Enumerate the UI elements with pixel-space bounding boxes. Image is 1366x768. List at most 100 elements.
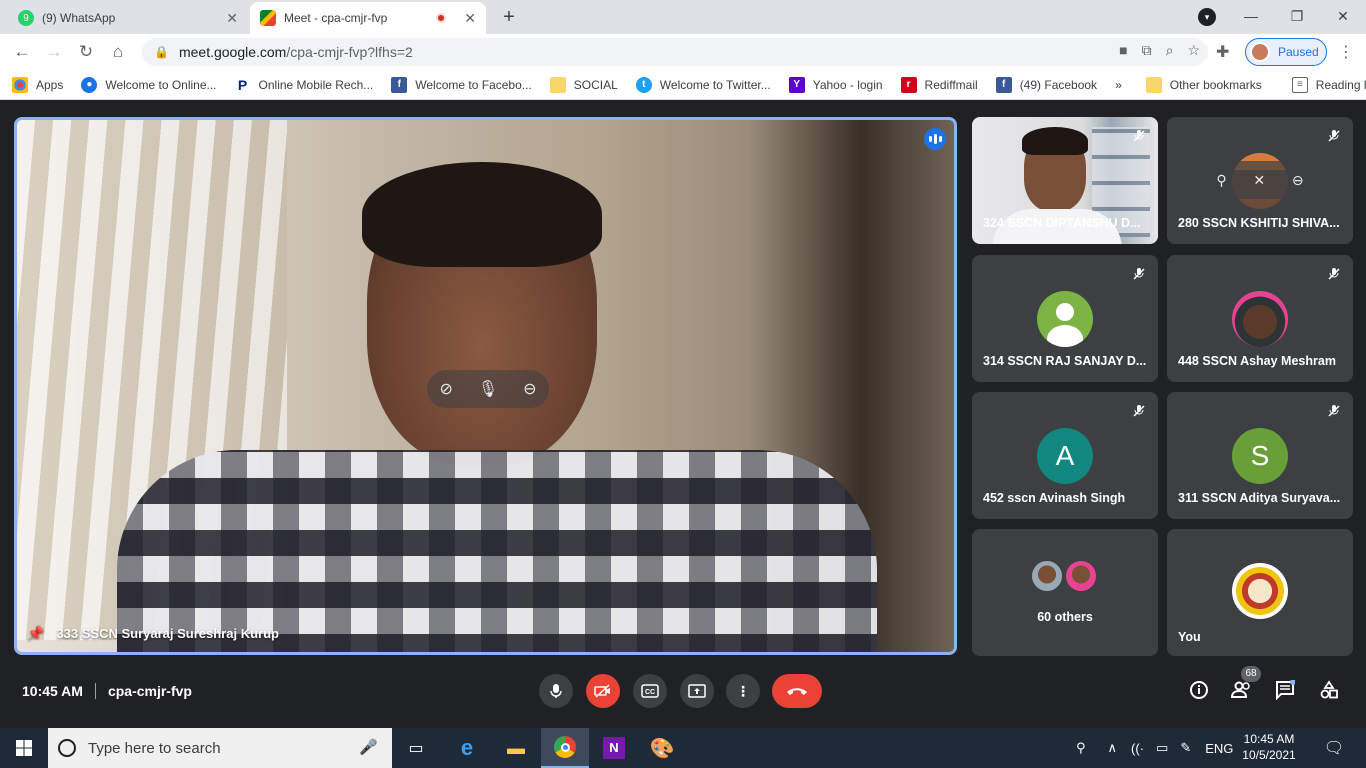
network-icon[interactable]: ((· xyxy=(1131,741,1144,756)
globe-icon: ● xyxy=(81,76,98,93)
taskbar-search-input[interactable]: Type here to search 🎤 xyxy=(48,728,392,768)
minimize-button[interactable]: — xyxy=(1228,8,1274,24)
lock-icon[interactable]: 🔒 xyxy=(154,45,169,59)
camera-in-use-icon[interactable]: ■ xyxy=(1119,42,1127,59)
meet-icon xyxy=(260,10,276,26)
bookmarks-overflow-button[interactable]: » xyxy=(1115,78,1122,92)
tab-whatsapp[interactable]: 9 (9) WhatsApp ✕ xyxy=(8,2,248,34)
captions-icon: CC xyxy=(641,684,659,698)
paint-icon[interactable]: 🎨 xyxy=(638,728,686,768)
remove-icon[interactable]: ⊖ xyxy=(523,379,536,399)
maximize-button[interactable]: ❐ xyxy=(1274,8,1320,25)
close-tab-icon[interactable]: ✕ xyxy=(226,10,238,27)
folder-icon xyxy=(1145,76,1162,93)
bookmark-rediffmail[interactable]: r Rediffmail xyxy=(900,76,978,93)
mic-icon[interactable]: 🎙 xyxy=(478,379,498,399)
start-button[interactable] xyxy=(0,728,48,768)
edge-icon[interactable]: e xyxy=(443,728,491,768)
battery-icon[interactable]: ▭ xyxy=(1156,740,1168,756)
main-participant-name: 📌 333 SSCN Suryaraj Sureshraj Kurup xyxy=(27,625,279,642)
other-bookmarks[interactable]: Other bookmarks xyxy=(1145,76,1262,93)
activities-button[interactable] xyxy=(1316,677,1342,703)
chrome-icon[interactable] xyxy=(541,728,589,768)
others-tile[interactable]: 60 others xyxy=(972,529,1158,656)
bookmark-folder-social[interactable]: SOCIAL xyxy=(549,76,618,93)
bookmark-facebook-49[interactable]: f (49) Facebook xyxy=(995,76,1097,93)
meeting-details-button[interactable] xyxy=(1186,677,1212,703)
task-view-icon[interactable]: ▭ xyxy=(392,728,440,768)
facebook-icon: f xyxy=(391,76,408,93)
participant-tile[interactable]: A 452 sscn Avinash Singh xyxy=(972,392,1158,519)
reading-list[interactable]: ≡ Reading list xyxy=(1291,76,1366,93)
url-path: /cpa-cmjr-fvp?lfhs=2 xyxy=(286,44,413,60)
tab-meet[interactable]: Meet - cpa-cmjr-fvp ✕ xyxy=(250,2,486,34)
windows-logo-icon xyxy=(16,740,32,756)
mic-off-icon xyxy=(1130,265,1148,283)
remove-icon[interactable]: ⊖ xyxy=(1292,172,1304,189)
microphone-button[interactable] xyxy=(539,674,573,708)
pen-icon[interactable]: ✎ xyxy=(1180,740,1191,756)
participant-tile[interactable]: 324 SSCN DIPTANSHU D... xyxy=(972,117,1158,244)
forward-button[interactable]: → xyxy=(42,40,66,64)
main-video-tile[interactable]: ⊘ 🎙 ⊖ 📌 333 SSCN Suryaraj Sureshraj Kuru… xyxy=(14,117,957,655)
leave-call-button[interactable] xyxy=(772,674,822,708)
participant-tile[interactable]: 448 SSCN Ashay Meshram xyxy=(1167,255,1353,382)
unpin-icon[interactable]: ⊘ xyxy=(439,379,452,399)
speaking-indicator-icon xyxy=(924,128,946,150)
browser-toolbar: ← → ↻ ⌂ 🔒 meet.google.com/cpa-cmjr-fvp?l… xyxy=(0,34,1366,70)
close-tab-icon[interactable]: ✕ xyxy=(464,10,476,27)
tile-hover-controls: ⊘ 🎙 ⊖ xyxy=(427,370,549,408)
more-options-button[interactable]: ⋮ xyxy=(726,674,760,708)
self-tile[interactable]: You xyxy=(1167,529,1353,656)
captions-button[interactable]: CC xyxy=(633,674,667,708)
bookmark-yahoo[interactable]: Y Yahoo - login xyxy=(788,76,883,93)
mic-off-icon[interactable]: ✕ xyxy=(1253,172,1265,189)
reload-button[interactable]: ↻ xyxy=(74,40,98,64)
bookmark-facebook[interactable]: f Welcome to Facebo... xyxy=(391,76,532,93)
pin-icon[interactable]: ⚲ xyxy=(1216,172,1226,189)
zoom-icon[interactable]: ⌕ xyxy=(1166,42,1174,59)
search-placeholder: Type here to search xyxy=(88,739,221,757)
file-explorer-icon[interactable]: ▬ xyxy=(492,728,540,768)
camera-button[interactable] xyxy=(586,674,620,708)
address-bar[interactable]: 🔒 meet.google.com/cpa-cmjr-fvp?lfhs=2 ■ … xyxy=(142,38,1208,66)
avatar: S xyxy=(1232,428,1288,484)
mic-icon[interactable]: 🎤 xyxy=(359,738,378,756)
avatar xyxy=(1064,559,1098,593)
folder-icon xyxy=(549,76,566,93)
profile-button[interactable]: Paused xyxy=(1245,38,1327,66)
back-button[interactable]: ← xyxy=(10,40,34,64)
pin-icon: 📌 xyxy=(27,625,45,641)
tab-search-icon[interactable]: ▾ xyxy=(1198,8,1216,26)
new-tab-button[interactable]: + xyxy=(496,5,522,31)
bookmark-apps[interactable]: Apps xyxy=(12,76,63,93)
twitter-icon: t xyxy=(635,76,652,93)
windows-taskbar: Type here to search 🎤 ▭ e ▬ N 🎨 ⚲ ∧ ((· … xyxy=(0,728,1366,768)
notifications-icon[interactable]: 🗨 xyxy=(1310,728,1358,768)
tile-hover-controls: ⚲ ✕ ⊖ xyxy=(1203,161,1317,199)
chat-button[interactable] xyxy=(1272,677,1298,703)
close-window-button[interactable]: ✕ xyxy=(1320,8,1366,25)
bookmark-mobile-recharge[interactable]: P Online Mobile Rech... xyxy=(234,76,373,93)
open-in-app-icon[interactable]: ⧉ xyxy=(1142,42,1152,59)
camera-off-icon xyxy=(594,684,610,698)
onenote-icon[interactable]: N xyxy=(590,728,638,768)
present-screen-button[interactable] xyxy=(680,674,714,708)
participant-tile[interactable]: 314 SSCN RAJ SANJAY D... xyxy=(972,255,1158,382)
participant-tile[interactable]: ⚲ ✕ ⊖ 280 SSCN KSHITIJ SHIVA... xyxy=(1167,117,1353,244)
taskbar-clock[interactable]: 10:45 AM 10/5/2021 xyxy=(1228,731,1310,763)
participant-name: 333 SSCN Suryaraj Sureshraj Kurup xyxy=(56,626,279,641)
system-tray: ⚲ ∧ ((· ▭ ✎ ENG xyxy=(1076,728,1233,768)
chevron-up-icon[interactable]: ∧ xyxy=(1108,740,1118,756)
reading-list-icon: ≡ xyxy=(1291,76,1308,93)
default-avatar-icon xyxy=(1037,291,1093,347)
people-icon[interactable]: ⚲ xyxy=(1076,740,1086,756)
bookmark-online[interactable]: ● Welcome to Online... xyxy=(81,76,217,93)
bookmark-twitter[interactable]: t Welcome to Twitter... xyxy=(635,76,771,93)
bookmark-star-icon[interactable]: ☆ xyxy=(1187,42,1200,59)
extensions-puzzle-icon[interactable]: ✚ xyxy=(1216,42,1229,62)
home-button[interactable]: ⌂ xyxy=(106,40,130,64)
participant-name: 314 SSCN RAJ SANJAY D... xyxy=(983,354,1147,368)
participant-tile[interactable]: S 311 SSCN Aditya Suryava... xyxy=(1167,392,1353,519)
browser-menu-icon[interactable]: ⋮ xyxy=(1338,42,1354,62)
